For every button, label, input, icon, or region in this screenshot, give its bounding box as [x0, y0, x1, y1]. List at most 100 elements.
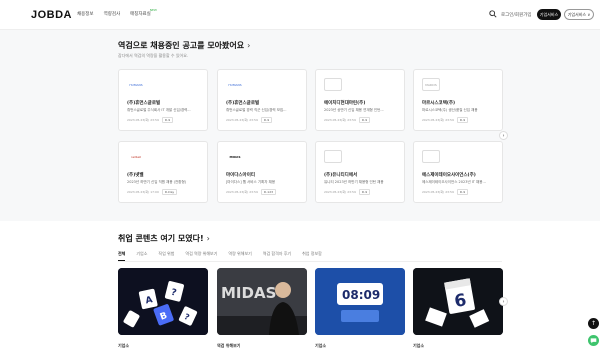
company-logo-text: netbell	[130, 154, 142, 159]
deadline-date: 2023.05.23(화) 23:59	[127, 118, 159, 122]
section-title-postings-text: 역검으로 채용중인 공고를 모아봤어요	[118, 41, 245, 50]
postings-next-arrow[interactable]: ›	[499, 131, 508, 140]
job-card[interactable]: (주)유니티디에서 유니티 2023년 하반기 채용형 인턴 채용 2023.0…	[315, 141, 405, 203]
section-title-postings[interactable]: 역검으로 채용중인 공고를 모아봤어요 ›	[118, 40, 250, 51]
midas-illustration: MIDAS	[217, 268, 307, 335]
content-category: 기업소	[315, 343, 327, 348]
company-logo-text: MIDAS	[229, 154, 241, 159]
deadline-date: 2023.05.23(화) 23:59	[324, 118, 356, 122]
midas-sign-text: MIDAS	[221, 284, 276, 302]
job-card[interactable]: 에스제이테이오사이언스(주) 에스제이테이오사이언스 2023년 IT 채용..…	[413, 141, 503, 203]
chat-icon	[590, 338, 597, 344]
nav-item-matching[interactable]: 매칭자료실 NEW	[130, 8, 157, 17]
company-logo-text: HUMANS	[228, 82, 242, 87]
search-icon[interactable]	[489, 10, 497, 18]
company-name: (주)휴먼스글로벌	[226, 101, 260, 106]
job-card[interactable]: MIDAS 마이다스아이티 [마이다스] 웹 서비스 기획자 채용 2023.0…	[217, 141, 307, 203]
dday-badge: D-9	[260, 117, 273, 123]
job-title: 휴먼스글로벌 경력 직군 신입/경력 모집...	[226, 108, 287, 112]
company-logo-text: MARCIS	[425, 82, 437, 87]
arrow-up-icon: ↑	[590, 320, 597, 327]
header: JOBDA 채용정보 역량검사 매칭자료실 NEW 로그인/회원가입 기업서비스 …	[0, 0, 600, 30]
job-card[interactable]: HUMANS (주)휴먼스글로벌 휴먼스글로벌 주식회사 IT 개발 신입/경력…	[118, 69, 208, 131]
company-logo	[324, 150, 342, 163]
tab-info[interactable]: 취업 정보함	[302, 251, 322, 261]
company-name: 마르시스코텍(주)	[422, 101, 456, 106]
cards-illustration: A ? B ?	[118, 268, 208, 335]
job-title: 2023년 상반기 신입 채용 연계형 인턴...	[324, 108, 384, 112]
clock-illustration: 08:09	[315, 268, 405, 335]
chevron-right-icon: ›	[206, 234, 210, 243]
company-name: 에스제이테이오사이언스(주)	[422, 173, 476, 178]
content-thumbnail[interactable]: MIDAS	[217, 268, 307, 335]
job-card[interactable]: netbell (주)넷밸 2023년 하반기 신입 직원 채용 (전환형) 2…	[118, 141, 208, 203]
company-logo: netbell	[127, 150, 145, 163]
chevron-right-icon: ›	[502, 132, 505, 139]
chat-button[interactable]	[588, 335, 599, 346]
deadline-date: 2023.05.23(화) 23:59	[324, 190, 356, 194]
main-nav: 채용정보 역량검사 매칭자료실 NEW	[77, 8, 157, 17]
content-category: 기업소	[413, 343, 425, 348]
company-name: (주)유니티디에서	[324, 173, 358, 178]
company-name: 에이치디현대마린(주)	[324, 101, 366, 106]
nav-item-acca[interactable]: 역량검사	[104, 11, 121, 17]
clock-time-text: 08:09	[342, 288, 380, 302]
tab-competency[interactable]: 역량 위해보기	[228, 251, 251, 261]
dday-badge: D-9	[358, 117, 371, 123]
content-category: 역검 위해보기	[217, 343, 241, 348]
chevron-right-icon: ›	[247, 41, 251, 50]
card-meta: 2023.05.23(화) 23:59 D-9	[422, 189, 469, 195]
company-name: (주)넷밸	[127, 173, 144, 178]
dday-badge: D-123	[260, 189, 277, 195]
content-thumbnail[interactable]: 08:09	[315, 268, 405, 335]
tab-job[interactable]: 직업 위험	[158, 251, 174, 261]
card-meta: 2023.05.23(화) 23:59 D-9	[324, 117, 371, 123]
dday-badge: D-9	[456, 189, 469, 195]
corporate-service-button[interactable]: 기업서비스	[537, 9, 561, 20]
tab-acca-try[interactable]: 역검 역량 위해보기	[185, 251, 217, 261]
company-logo: HUMANS	[226, 78, 244, 91]
section-title-contents[interactable]: 취업 콘텐츠 여기 모였다! ›	[118, 233, 210, 244]
deadline-date: 2023.05.23(화) 23:59	[422, 190, 454, 194]
content-thumbnail[interactable]: 6	[413, 268, 503, 335]
job-card[interactable]: 에이치디현대마린(주) 2023년 상반기 신입 채용 연계형 인턴... 20…	[315, 69, 405, 131]
card-meta: 2023.05.23(화) 23:59 D-9	[324, 189, 371, 195]
tab-all[interactable]: 전체	[118, 251, 126, 261]
job-title: 유니티 2023년 하반기 채용형 인턴 채용	[324, 180, 384, 184]
company-logo: MIDAS	[226, 150, 244, 163]
tab-reviews[interactable]: 역검 합격자 후기	[263, 251, 291, 261]
scroll-top-button[interactable]: ↑	[588, 318, 599, 329]
nav-item-jobs[interactable]: 채용정보	[77, 11, 94, 17]
deadline-date: 2023.05.23(화) 23:59	[226, 190, 258, 194]
card-meta: 2023.05.23(화) 23:59 D-9	[127, 117, 174, 123]
job-card[interactable]: MARCIS 마르시스코텍(주) 마르시스코텍(주) 생산/품질 신입 채용 2…	[413, 69, 503, 131]
job-title: [마이다스] 웹 서비스 기획자 채용	[226, 180, 276, 184]
chevron-right-icon: ›	[502, 298, 505, 305]
nav-item-matching-label: 매칭자료실	[130, 12, 151, 17]
company-logo-text: HUMANS	[129, 82, 143, 87]
deadline-date: 2023.05.23(화) 17:00	[127, 190, 159, 194]
corporate-menu-button[interactable]: 기업서비스 ∨	[564, 9, 594, 20]
company-logo: HUMANS	[127, 78, 145, 91]
company-logo: MARCIS	[422, 78, 440, 91]
tab-company[interactable]: 기업소	[136, 251, 147, 261]
dday-badge: D-9	[456, 117, 469, 123]
contents-next-arrow[interactable]: ›	[499, 297, 508, 306]
deadline-date: 2023.05.23(화) 23:59	[226, 118, 258, 122]
deadline-date: 2023.05.23(화) 23:59	[422, 118, 454, 122]
job-card[interactable]: HUMANS (주)휴먼스글로벌 휴먼스글로벌 경력 직군 신입/경력 모집..…	[217, 69, 307, 131]
content-tabs: 전체 기업소 직업 위험 역검 역량 위해보기 역량 위해보기 역검 합격자 후…	[118, 251, 322, 261]
job-title: 에스제이테이오사이언스 2023년 IT 채용...	[422, 180, 486, 184]
job-title: 2023년 하반기 신입 직원 채용 (전환형)	[127, 180, 187, 184]
section-subtitle-postings: 잡다에서 역검의 역량을 활용할 수 있어요.	[118, 53, 189, 58]
content-thumbnail[interactable]: A ? B ?	[118, 268, 208, 335]
jobda-logo[interactable]: JOBDA	[31, 9, 72, 21]
company-name: 마이다스아이티	[226, 173, 255, 178]
tabs-divider	[118, 261, 502, 262]
company-logo	[324, 78, 342, 91]
card-meta: 2023.05.23(화) 23:59 D-123	[226, 189, 277, 195]
company-logo	[422, 150, 440, 163]
calendar-illustration: 6	[413, 268, 503, 335]
login-link[interactable]: 로그인/회원가입	[501, 12, 532, 18]
new-badge: NEW	[149, 8, 157, 12]
